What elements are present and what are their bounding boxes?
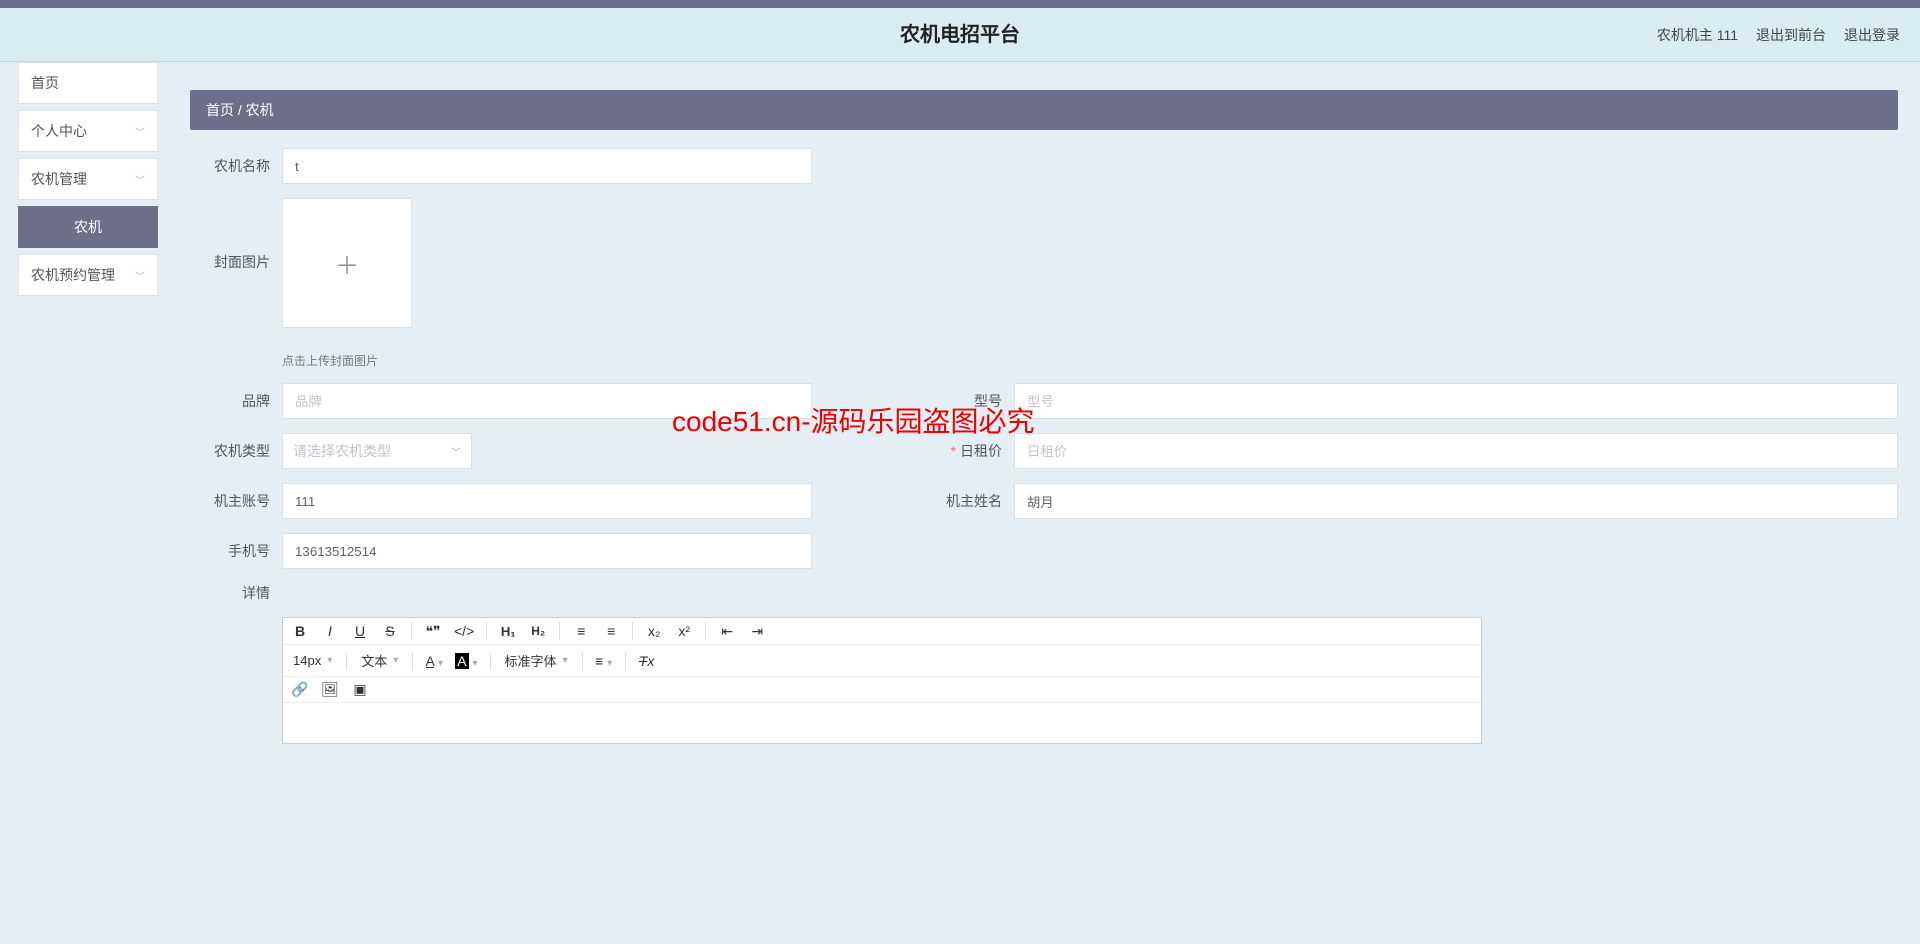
to-frontend-link[interactable]: 退出到前台 — [1756, 8, 1826, 62]
owner-account-input[interactable] — [282, 483, 812, 519]
cover-label: 封面图片 — [190, 252, 270, 272]
owner-name-label: 机主姓名 — [922, 491, 1002, 511]
font-size-select[interactable]: 14px ▾ — [291, 651, 334, 670]
sidebar-item-machine[interactable]: 农机 — [18, 206, 158, 248]
indent-left-icon[interactable]: ⇤ — [718, 623, 736, 640]
upload-tip: 点击上传封面图片 — [282, 352, 412, 369]
strike-icon[interactable]: S — [381, 623, 399, 639]
phone-label: 手机号 — [190, 541, 270, 561]
subscript-icon[interactable]: x₂ — [645, 623, 663, 639]
editor-toolbar-3: 🔗 🖼 ▣ — [283, 677, 1481, 703]
font-family-select[interactable]: 标准字体 ▾ — [503, 649, 570, 672]
name-label: 农机名称 — [190, 156, 270, 176]
image-icon[interactable]: 🖼 — [321, 681, 339, 698]
type-label: 农机类型 — [190, 441, 270, 461]
font-color-icon[interactable]: A ▾ — [425, 653, 443, 669]
editor-toolbar-1: B I U S ❝❞ </> H₁ H₂ ≡ ≡ x₂ x² — [283, 618, 1481, 645]
brand-input[interactable] — [282, 383, 812, 419]
breadcrumb: 首页 / 农机 — [190, 90, 1898, 130]
rich-editor: B I U S ❝❞ </> H₁ H₂ ≡ ≡ x₂ x² — [282, 617, 1482, 744]
editor-body[interactable] — [283, 703, 1481, 743]
indent-right-icon[interactable]: ⇥ — [748, 623, 766, 640]
owner-name-input[interactable] — [1014, 483, 1898, 519]
h1-icon[interactable]: H₁ — [499, 624, 517, 639]
quote-icon[interactable]: ❝❞ — [424, 623, 442, 640]
italic-icon[interactable]: I — [321, 623, 339, 639]
chevron-down-icon: ﹀ — [135, 172, 145, 187]
rent-label: 日租价 — [922, 441, 1002, 461]
h2-icon[interactable]: H₂ — [529, 624, 547, 638]
user-label[interactable]: 农机机主 111 — [1657, 8, 1738, 62]
model-label: 型号 — [922, 391, 1002, 411]
name-input[interactable] — [282, 148, 812, 184]
logout-link[interactable]: 退出登录 — [1844, 8, 1900, 62]
video-icon[interactable]: ▣ — [351, 681, 369, 698]
sidebar-item-home[interactable]: 首页 — [18, 62, 158, 104]
clear-format-icon[interactable]: Tx — [638, 653, 656, 669]
chevron-down-icon: ▾ — [563, 655, 568, 666]
unordered-list-icon[interactable]: ≡ — [602, 623, 620, 639]
plus-icon: ＋ — [335, 246, 359, 281]
sidebar-item-profile[interactable]: 个人中心﹀ — [18, 110, 158, 152]
chevron-down-icon: ﹀ — [135, 124, 145, 139]
ordered-list-icon[interactable]: ≡ — [572, 623, 590, 639]
align-icon[interactable]: ≡ ▾ — [595, 653, 613, 669]
model-input[interactable] — [1014, 383, 1898, 419]
link-icon[interactable]: 🔗 — [291, 681, 309, 698]
upload-button[interactable]: ＋ — [282, 198, 412, 328]
chevron-down-icon: ▾ — [393, 655, 398, 666]
bg-color-icon[interactable]: A ▾ — [455, 653, 477, 669]
text-type-select[interactable]: 文本 ▾ — [359, 649, 400, 672]
detail-label: 详情 — [190, 583, 270, 603]
editor-toolbar-2: 14px ▾ 文本 ▾ A ▾ A ▾ 标准字体 ▾ ≡ ▾ Tx — [283, 645, 1481, 677]
page-title: 农机电招平台 — [900, 8, 1020, 62]
owner-account-label: 机主账号 — [190, 491, 270, 511]
chevron-down-icon: ▾ — [327, 655, 332, 666]
sidebar: 首页 个人中心﹀ 农机管理﹀ 农机 农机预约管理﹀ — [0, 62, 160, 944]
type-select[interactable]: 请选择农机类型﹀ — [282, 433, 472, 469]
main-content: 首页 / 农机 农机名称 封面图片 ＋ 点击上传封面图片 品牌 — [160, 62, 1920, 944]
chevron-down-icon: ﹀ — [451, 444, 461, 459]
phone-input[interactable] — [282, 533, 812, 569]
sidebar-item-machine-mgmt[interactable]: 农机管理﹀ — [18, 158, 158, 200]
form: 农机名称 封面图片 ＋ 点击上传封面图片 品牌 型号 — [190, 130, 1898, 762]
brand-label: 品牌 — [190, 391, 270, 411]
code-icon[interactable]: </> — [454, 623, 474, 639]
bold-icon[interactable]: B — [291, 623, 309, 639]
sidebar-item-reserve-mgmt[interactable]: 农机预约管理﹀ — [18, 254, 158, 296]
header: 农机电招平台 农机机主 111 退出到前台 退出登录 — [0, 8, 1920, 62]
underline-icon[interactable]: U — [351, 623, 369, 639]
chevron-down-icon: ﹀ — [135, 268, 145, 283]
superscript-icon[interactable]: x² — [675, 623, 693, 639]
rent-input[interactable] — [1014, 433, 1898, 469]
